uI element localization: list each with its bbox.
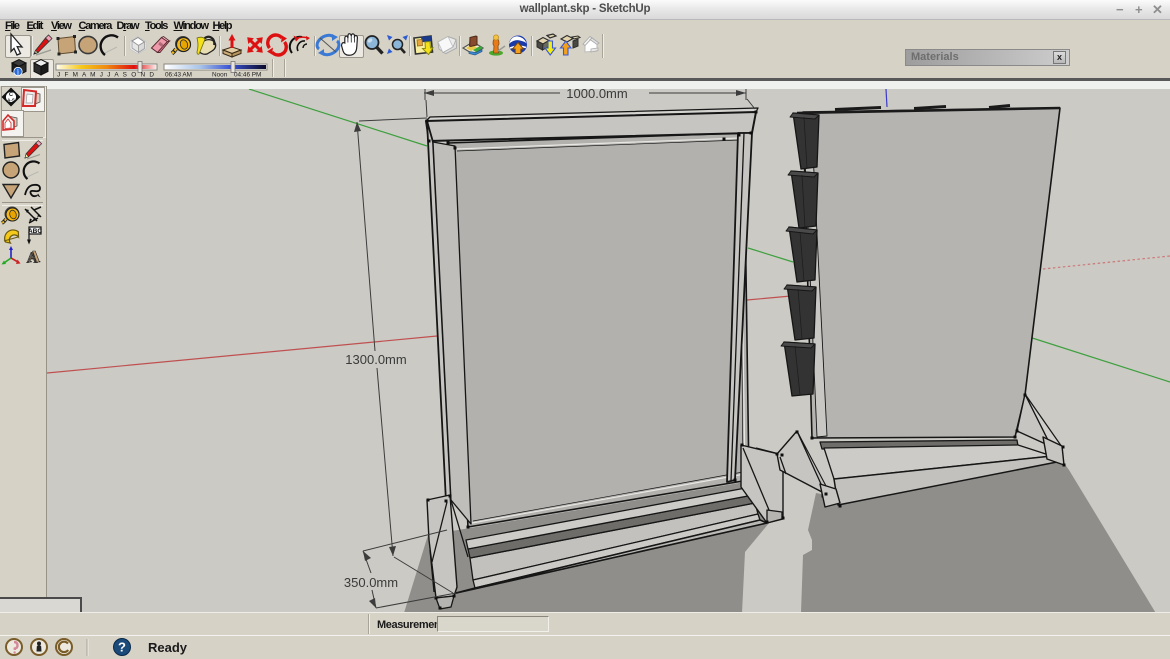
svg-text:1000.0mm: 1000.0mm [566,89,627,101]
svg-text:A-S: A-S [7,98,15,103]
svg-text:350.0mm: 350.0mm [344,575,398,590]
svg-text:ABC: ABC [28,228,42,235]
svg-text:1300.0mm: 1300.0mm [345,352,406,367]
svg-text:A: A [28,247,41,266]
svg-text:?: ? [118,640,126,655]
